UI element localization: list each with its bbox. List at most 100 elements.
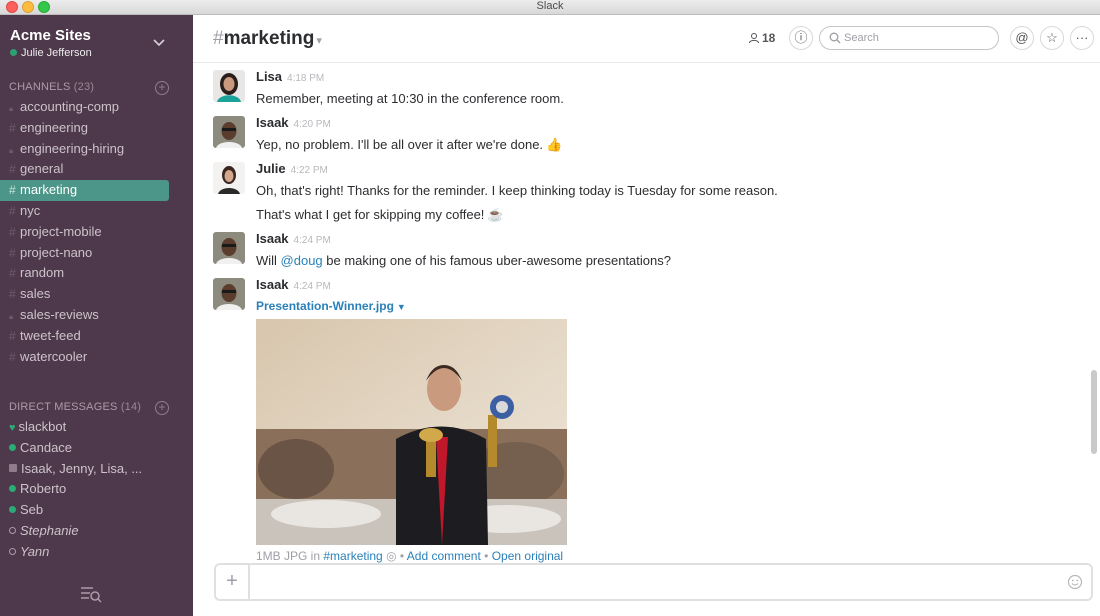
member-count-button[interactable]: 18 [748,31,775,45]
sidebar-dm-item[interactable]: Candace [0,438,193,459]
sidebar-channel-random[interactable]: # random [0,263,193,284]
channel-title[interactable]: #marketing ▾ [213,28,322,50]
message-scrollbar[interactable] [1091,370,1097,454]
sidebar-dm-item[interactable]: ♥ slackbot [0,417,193,438]
sidebar-channel-tweet-feed[interactable]: # tweet-feed [0,326,193,347]
hash-icon: # [9,183,16,198]
sidebar-dm-label: slackbot [18,419,67,434]
hash-icon: # [9,203,16,218]
file-title-link[interactable]: Presentation-Winner.jpg ▼ [256,299,1076,313]
person-icon [749,33,759,44]
add-channel-icon[interactable]: + [155,81,169,95]
presence-online-icon [9,506,16,514]
add-comment-link[interactable]: Add comment [407,549,481,563]
file-channel-link[interactable]: #marketing [323,549,382,563]
more-icon: ··· [1075,30,1089,45]
hash-icon: # [9,120,16,135]
mentions-button[interactable]: @ [1010,26,1034,50]
channel-hash: # [213,28,224,49]
sidebar-dm-label: Isaak, Jenny, Lisa, ... [21,460,143,476]
close-window-button[interactable] [6,1,18,13]
message-input[interactable] [256,571,1056,593]
sidebar-channel-engineering[interactable]: # engineering [0,118,193,139]
message-composer: + [214,563,1093,601]
sidebar-dm-label: Seb [20,502,44,518]
hash-icon: # [9,245,16,260]
hash-icon: # [9,287,16,302]
search-input[interactable]: Search [819,26,999,50]
image-attachment[interactable] [256,319,567,545]
channels-header[interactable]: CHANNELS (23) [9,81,94,93]
quick-switcher-icon[interactable] [80,585,102,603]
more-button[interactable]: ··· [1070,26,1094,50]
heart-icon: ♥ [9,422,16,434]
message-timestamp[interactable]: 4:18 PM [287,73,324,84]
message-text-line: That's what I get for skipping my coffee… [256,207,1076,223]
sidebar-dm-item[interactable]: Roberto [0,479,193,500]
hash-icon: # [9,328,16,343]
sidebar-channel-nyc[interactable]: # nyc [0,201,193,222]
avatar[interactable] [213,278,245,310]
sidebar-channel-label: accounting-comp [20,99,119,114]
message-text: Will @doug be making one of his famous u… [256,253,1076,268]
window-title: Slack [536,0,564,12]
sidebar-channel-general[interactable]: # general [0,159,193,180]
message-timestamp[interactable]: 4:24 PM [294,281,331,292]
hash-icon: # [9,266,16,281]
sidebar-channel-accounting-comp[interactable]: 🔒︎ accounting-comp [0,97,193,118]
channel-name: marketing [223,28,315,49]
zoom-window-button[interactable] [38,1,50,13]
sidebar-channel-sales-reviews[interactable]: 🔒︎ sales-reviews [0,305,193,326]
add-file-button[interactable]: + [216,565,250,599]
sidebar-channel-label: sales [20,286,51,302]
hash-icon: # [9,224,16,239]
message-author[interactable]: Julie [256,161,286,176]
message-author[interactable]: Isaak [256,277,289,292]
sidebar-dm-item[interactable]: Isaak, Jenny, Lisa, ... [0,459,193,480]
sidebar-channel-sales[interactable]: # sales [0,284,193,305]
avatar[interactable] [213,116,245,148]
add-direct-message-icon[interactable]: + [155,401,169,415]
sidebar-dm-item[interactable]: Stephanie [0,521,193,542]
channels-count: (23) [73,81,95,93]
message-author[interactable]: Isaak [256,231,289,246]
user-mention-link[interactable]: @doug [281,253,323,268]
info-button[interactable]: ⓘ [789,26,813,50]
sidebar-channel-label: marketing [20,182,78,198]
avatar[interactable] [213,162,245,194]
message-text-before: Will [256,253,281,268]
hash-icon: # [9,349,16,364]
message-timestamp[interactable]: 4:24 PM [294,235,331,246]
minimize-window-button[interactable] [22,1,34,13]
presence-online-icon [10,49,17,56]
chevron-down-icon[interactable] [152,35,166,49]
message-text-line: Yep, no problem. I'll be all over it aft… [256,137,1076,153]
message-author[interactable]: Lisa [256,69,282,84]
sidebar-channel-watercooler[interactable]: # watercooler [0,347,193,368]
sidebar-channel-label: general [20,161,64,177]
starred-button[interactable]: ☆ [1040,26,1064,50]
presence-online-icon [9,485,16,493]
sidebar-dm-label: Stephanie [20,522,79,538]
open-original-link[interactable]: Open original [492,549,563,563]
message-timestamp[interactable]: 4:20 PM [294,119,331,130]
message-timestamp[interactable]: 4:22 PM [291,165,328,176]
sidebar-channel-label: project-mobile [20,223,102,239]
sidebar-channel-project-mobile[interactable]: # project-mobile [0,222,193,243]
sidebar-dm-item[interactable]: Yann [0,542,193,563]
sidebar-channel-engineering-hiring[interactable]: 🔒︎ engineering-hiring [0,139,193,160]
plus-icon: + [226,570,238,592]
avatar[interactable] [213,232,245,264]
team-menu[interactable]: Acme Sites Julie Jefferson [10,27,92,59]
sidebar-channel-project-nano[interactable]: # project-nano [0,243,193,264]
search-placeholder: Search [844,32,879,44]
sidebar-channel-marketing[interactable]: # marketing [0,180,169,201]
direct-messages-header[interactable]: DIRECT MESSAGES (14) [9,401,141,413]
sidebar-channel-label: sales-reviews [20,306,99,322]
emoji-picker-icon[interactable] [1067,574,1083,590]
avatar[interactable] [213,70,245,102]
message-header: Isaak 4:24 PM [256,276,1076,294]
caret-down-icon[interactable]: ▼ [397,302,406,312]
message-author[interactable]: Isaak [256,115,289,130]
sidebar-dm-item[interactable]: Seb [0,500,193,521]
